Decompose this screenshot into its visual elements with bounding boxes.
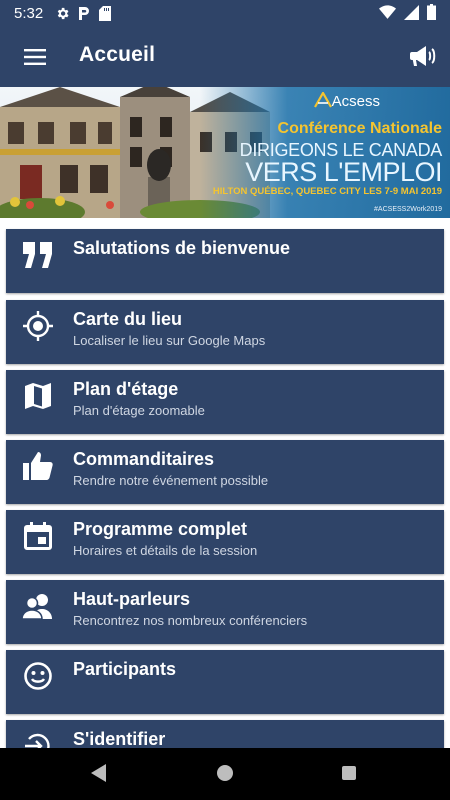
system-nav-bar: [0, 748, 450, 800]
quote-icon: [22, 239, 54, 271]
smiley-icon: [22, 660, 54, 692]
menu-item-speakers[interactable]: Haut-parleurs Rencontrez nos nombreux co…: [6, 580, 444, 644]
megaphone-icon: [410, 46, 436, 66]
hamburger-icon: [24, 49, 46, 65]
menu-item-venue-map[interactable]: Carte du lieu Localiser le lieu sur Goog…: [6, 300, 444, 364]
recent-apps-button[interactable]: [342, 766, 356, 780]
status-time: 5:32: [14, 4, 44, 22]
menu-item-subtitle: Rendre notre événement possible: [73, 473, 269, 488]
login-icon: [22, 730, 54, 748]
menu-item-title: Commanditaires: [73, 449, 215, 469]
status-notification-icons: [55, 5, 112, 21]
app-bar: Accueil: [0, 26, 450, 87]
menu-item-subtitle: Plan d'étage zoomable: [73, 403, 205, 418]
acsess-logo: Acsess: [313, 90, 380, 110]
acsess-logo-mark: [313, 90, 332, 108]
back-icon[interactable]: [90, 764, 108, 782]
banner-venue: HILTON QUÉBEC, QUEBEC CITY LES 7-9 MAI 2…: [212, 186, 442, 197]
banner-hashtag: #ACSESS2Work2019: [374, 206, 442, 213]
menu-item-title: Carte du lieu: [73, 309, 183, 329]
thumbs-up-icon: [22, 450, 54, 482]
menu-item-subtitle: Horaires et détails de la session: [73, 543, 258, 558]
announcements-button[interactable]: [408, 41, 440, 71]
conference-banner: Acsess Conférence Nationale DIRIGEONS LE…: [0, 87, 450, 218]
wifi-icon: [379, 4, 396, 19]
signal-icon: [404, 4, 419, 20]
location-target-icon: [22, 310, 54, 342]
sd-card-icon: [99, 5, 112, 21]
gear-icon: [57, 7, 69, 19]
banner-headline-2: VERS L'EMPLOI: [245, 157, 442, 187]
menu-item-title: S'identifier: [73, 729, 166, 748]
page-title: Accueil: [79, 43, 156, 66]
people-icon: [22, 590, 54, 622]
menu-item-subtitle: Rencontrez nos nombreux conférenciers: [73, 613, 308, 628]
menu-item-sign-in[interactable]: S'identifier: [6, 720, 444, 748]
menu-item-subtitle: Localiser le lieu sur Google Maps: [73, 333, 266, 348]
menu-item-floor-plan[interactable]: Plan d'étage Plan d'étage zoomable: [6, 370, 444, 434]
menu-item-title: Haut-parleurs: [73, 589, 191, 609]
calendar-icon: [22, 520, 54, 552]
menu-item-title: Participants: [73, 659, 177, 679]
menu-item-sponsors[interactable]: Commanditaires Rendre notre événement po…: [6, 440, 444, 504]
menu-item-title: Plan d'étage: [73, 379, 179, 399]
menu-item-title: Salutations de bienvenue: [73, 238, 291, 258]
status-system-icons: [379, 4, 436, 20]
home-menu-list: Salutations de bienvenue Carte du lieu L…: [0, 218, 450, 748]
menu-item-full-program[interactable]: Programme complet Horaires et détails de…: [6, 510, 444, 574]
menu-item-welcome[interactable]: Salutations de bienvenue: [6, 229, 444, 293]
battery-icon: [427, 4, 436, 20]
status-bar: 5:32: [0, 0, 450, 26]
parking-icon: [79, 6, 90, 20]
map-icon: [22, 380, 54, 412]
menu-item-title: Programme complet: [73, 519, 248, 539]
home-button[interactable]: [217, 765, 233, 781]
menu-item-participants[interactable]: Participants: [6, 650, 444, 714]
banner-text: Acsess Conférence Nationale DIRIGEONS LE…: [213, 87, 450, 218]
banner-conference-title: Conférence Nationale: [277, 120, 442, 137]
menu-button[interactable]: [22, 44, 48, 70]
